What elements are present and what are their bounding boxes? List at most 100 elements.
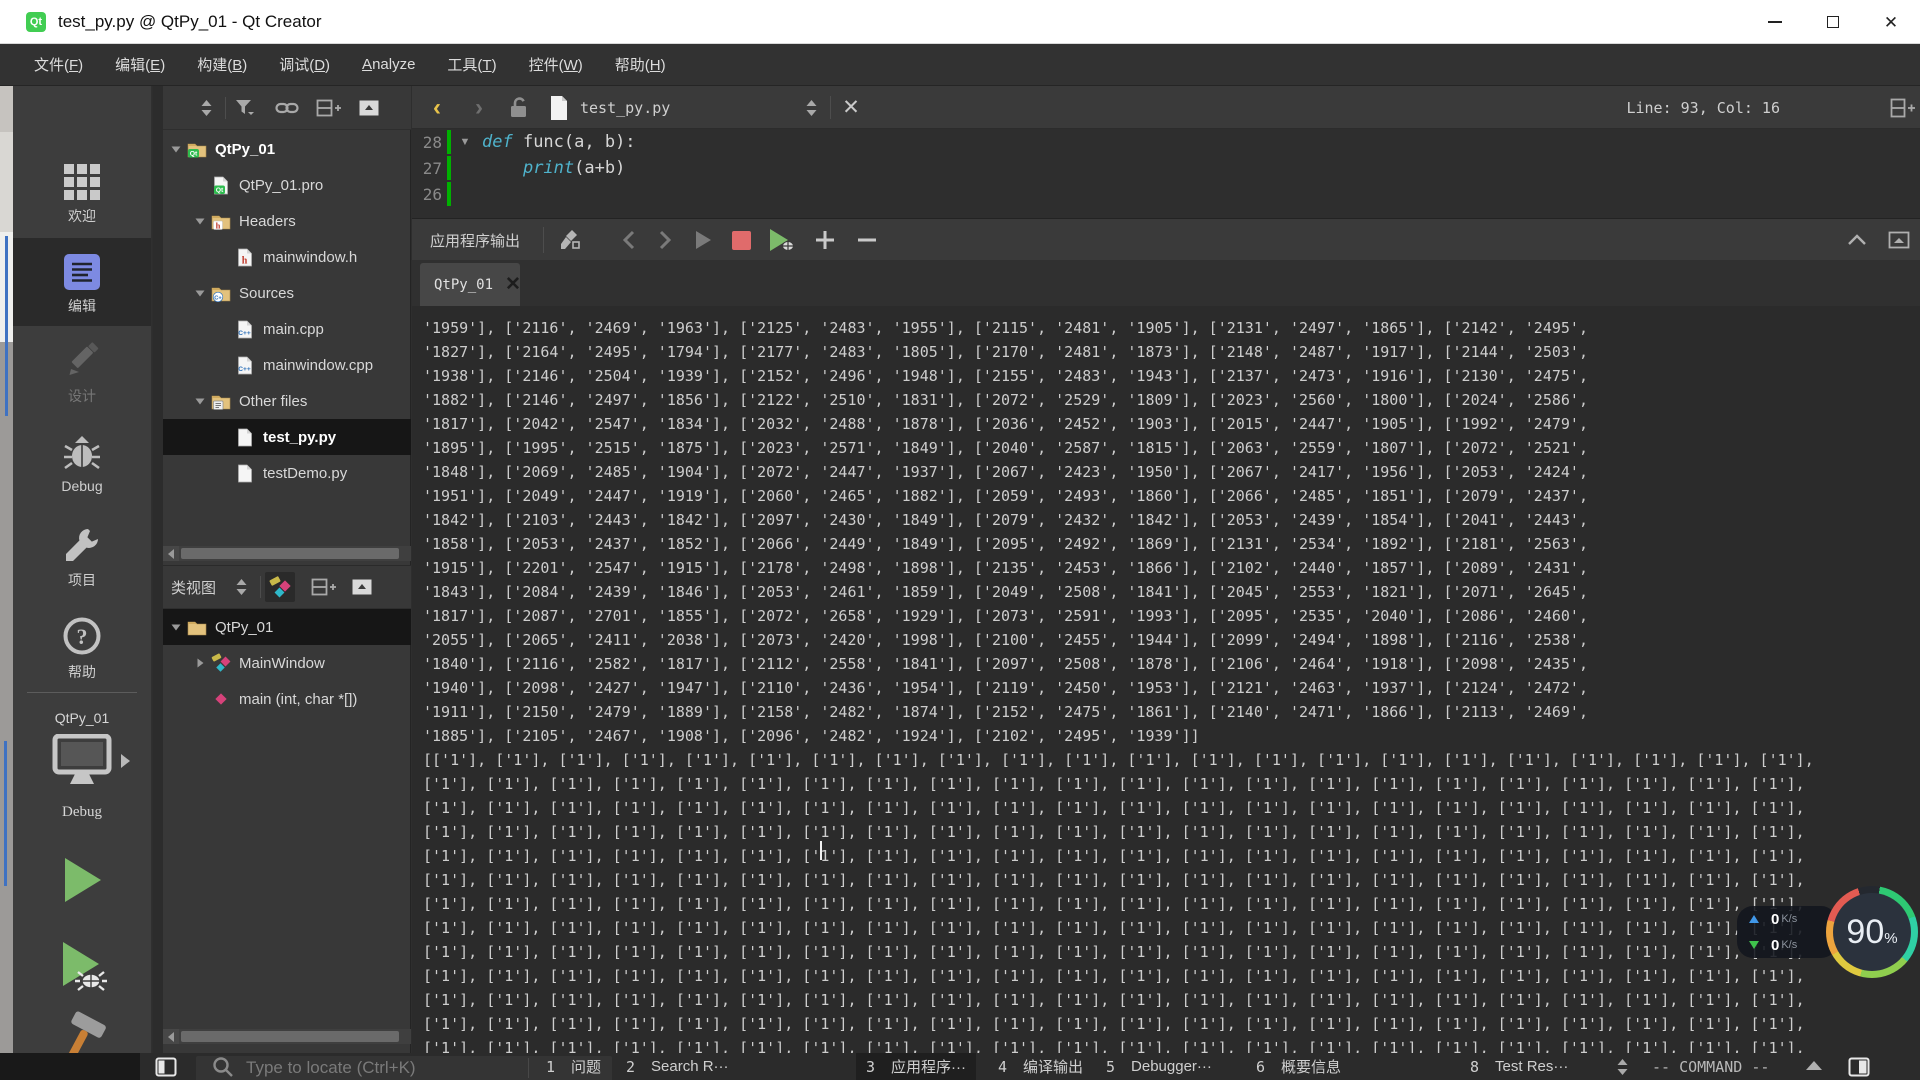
class-view-item[interactable]: QtPy_01 bbox=[163, 609, 411, 645]
percent-ring-widget[interactable]: 90 % bbox=[1826, 886, 1918, 978]
output-pane-button-8[interactable]: 8Test Res··· bbox=[1460, 1053, 1578, 1080]
output-pane-button-5[interactable]: 5Debugger··· bbox=[1096, 1053, 1222, 1080]
filter-icon[interactable] bbox=[230, 93, 260, 123]
maximize-pane-icon[interactable] bbox=[1882, 219, 1916, 261]
cv-close-pane-icon[interactable] bbox=[347, 572, 377, 602]
project-tree-item[interactable]: hmainwindow.h bbox=[163, 239, 411, 275]
cv-split-icon[interactable] bbox=[309, 572, 339, 602]
project-tree-item[interactable]: Other files bbox=[163, 383, 411, 419]
prev-item-icon[interactable] bbox=[614, 219, 644, 261]
mode-help[interactable]: ?帮助 bbox=[13, 604, 151, 692]
project-tree-item[interactable]: hHeaders bbox=[163, 203, 411, 239]
output-line: '1817'], ['2042', '2547', '1834'], ['203… bbox=[423, 412, 1920, 436]
zoom-out-icon[interactable] bbox=[850, 219, 884, 261]
minimize-button[interactable] bbox=[1746, 0, 1804, 44]
output-pane-button-4[interactable]: 4编译输出 bbox=[988, 1053, 1093, 1080]
mode-projects[interactable]: 项目 bbox=[13, 512, 151, 600]
output-pane-toolbar: 应用程序输出 bbox=[412, 218, 1920, 260]
stop-icon[interactable] bbox=[726, 219, 756, 261]
mode-welcome[interactable]: 欢迎 bbox=[13, 148, 151, 236]
scroll-thumb[interactable] bbox=[181, 548, 399, 559]
project-tree-hscrollbar[interactable] bbox=[163, 546, 411, 561]
editor-split-icon[interactable] bbox=[1888, 86, 1918, 129]
menu-item[interactable]: Analyze bbox=[346, 50, 431, 79]
next-item-icon[interactable] bbox=[650, 219, 680, 261]
class-view-hscrollbar[interactable] bbox=[163, 1029, 411, 1044]
output-tab-qtpy01[interactable]: QtPy_01 ✕ bbox=[420, 263, 520, 306]
code-editor[interactable]: 28▼def func(a, b):27 print(a+b)26 bbox=[412, 129, 1920, 218]
caret-down-icon[interactable] bbox=[167, 621, 185, 633]
debug-rerun-icon[interactable] bbox=[764, 219, 800, 261]
rerun-icon[interactable] bbox=[688, 219, 718, 261]
output-tab-close-icon[interactable]: ✕ bbox=[505, 273, 521, 296]
caret-down-icon[interactable] bbox=[191, 215, 209, 227]
scroll-left-icon[interactable] bbox=[163, 1029, 179, 1044]
maximize-button[interactable] bbox=[1804, 0, 1862, 44]
kit-flyout-arrow-icon[interactable] bbox=[121, 754, 130, 768]
mode-debug[interactable]: Debug bbox=[13, 420, 151, 508]
code-line: 26 bbox=[412, 181, 1920, 207]
project-tree-item[interactable]: testDemo.py bbox=[163, 455, 411, 491]
run-button[interactable] bbox=[53, 851, 111, 909]
output-pane-button-2[interactable]: 2Search R··· bbox=[616, 1053, 739, 1080]
toggle-right-panel-icon[interactable] bbox=[1848, 1053, 1870, 1080]
caret-down-icon[interactable] bbox=[191, 395, 209, 407]
pane-button-number: 6 bbox=[1256, 1058, 1265, 1076]
back-button[interactable]: ‹ bbox=[422, 86, 452, 129]
pane-selector-spinner[interactable] bbox=[191, 93, 221, 123]
class-view-item[interactable]: MainWindow bbox=[163, 645, 411, 681]
scroll-left-icon[interactable] bbox=[163, 546, 179, 561]
output-pane-button-6[interactable]: 6概要信息 bbox=[1246, 1053, 1351, 1080]
menu-item[interactable]: 编辑(E) bbox=[99, 48, 181, 81]
toggle-sidebar-icon[interactable] bbox=[155, 1053, 177, 1080]
class-view-item[interactable]: main (int, char *[]) bbox=[163, 681, 411, 717]
speed-overlay-widget[interactable]: 0 K/s 0 K/s bbox=[1737, 906, 1837, 958]
output-pane-button-1[interactable]: 1问题 bbox=[536, 1053, 611, 1080]
close-pane-icon[interactable] bbox=[354, 93, 384, 123]
output-pane-spinner[interactable] bbox=[1616, 1053, 1629, 1080]
document-dropdown-spinner[interactable] bbox=[798, 86, 824, 129]
link-with-editor-icon[interactable] bbox=[272, 93, 302, 123]
search-icon bbox=[212, 1053, 234, 1080]
caret-down-icon[interactable] bbox=[191, 287, 209, 299]
class-view-spinner[interactable] bbox=[226, 572, 256, 602]
project-tree-item[interactable]: C+Sources bbox=[163, 275, 411, 311]
caret-down-icon[interactable] bbox=[167, 143, 185, 155]
split-pane-icon[interactable] bbox=[314, 93, 344, 123]
project-tree-item[interactable]: test_py.py bbox=[163, 419, 411, 455]
class-icon bbox=[209, 653, 233, 673]
vcs-change-bar bbox=[447, 156, 451, 180]
application-output-text[interactable]: '1959'], ['2116', '2469', '1963'], ['212… bbox=[412, 306, 1920, 1053]
menu-item[interactable]: 控件(W) bbox=[513, 48, 599, 81]
upload-arrow-icon bbox=[1749, 915, 1759, 923]
fold-marker-icon[interactable]: ▼ bbox=[456, 136, 474, 148]
bug-icon bbox=[13, 420, 151, 472]
project-tree-item[interactable]: QtQtPy_01 bbox=[163, 131, 411, 167]
open-document-title[interactable]: test_py.py bbox=[580, 86, 670, 129]
scroll-thumb[interactable] bbox=[181, 1031, 399, 1042]
kit-selector-button[interactable] bbox=[49, 734, 115, 793]
forward-button[interactable]: › bbox=[464, 86, 494, 129]
project-tree-item[interactable]: C++main.cpp bbox=[163, 311, 411, 347]
close-button[interactable]: ✕ bbox=[1862, 0, 1920, 44]
title-bar: Qt test_py.py @ QtPy_01 - Qt Creator ✕ bbox=[0, 0, 1920, 44]
mode-design[interactable]: 设计 bbox=[13, 328, 151, 416]
collapse-pane-icon[interactable] bbox=[1840, 219, 1874, 261]
debug-run-button[interactable] bbox=[53, 937, 111, 995]
project-tree-item[interactable]: C++mainwindow.cpp bbox=[163, 347, 411, 383]
clear-output-icon[interactable] bbox=[554, 219, 588, 261]
menu-item[interactable]: 帮助(H) bbox=[599, 48, 682, 81]
menu-item[interactable]: 调试(D) bbox=[263, 48, 346, 81]
class-hierarchy-icon[interactable] bbox=[265, 572, 295, 602]
menu-item[interactable]: 文件(F) bbox=[18, 48, 99, 81]
caret-right-icon[interactable] bbox=[191, 657, 209, 669]
class-view-selector[interactable]: 类视图 bbox=[171, 577, 216, 598]
expand-panel-icon[interactable] bbox=[1806, 1061, 1822, 1070]
zoom-in-icon[interactable] bbox=[808, 219, 842, 261]
mode-edit[interactable]: 编辑 bbox=[13, 238, 151, 326]
output-pane-button-3[interactable]: 3应用程序··· bbox=[856, 1053, 976, 1080]
project-tree-item[interactable]: QtQtPy_01.pro bbox=[163, 167, 411, 203]
close-document-button[interactable]: ✕ bbox=[836, 86, 866, 129]
menu-item[interactable]: 工具(T) bbox=[431, 48, 512, 81]
menu-item[interactable]: 构建(B) bbox=[181, 48, 263, 81]
